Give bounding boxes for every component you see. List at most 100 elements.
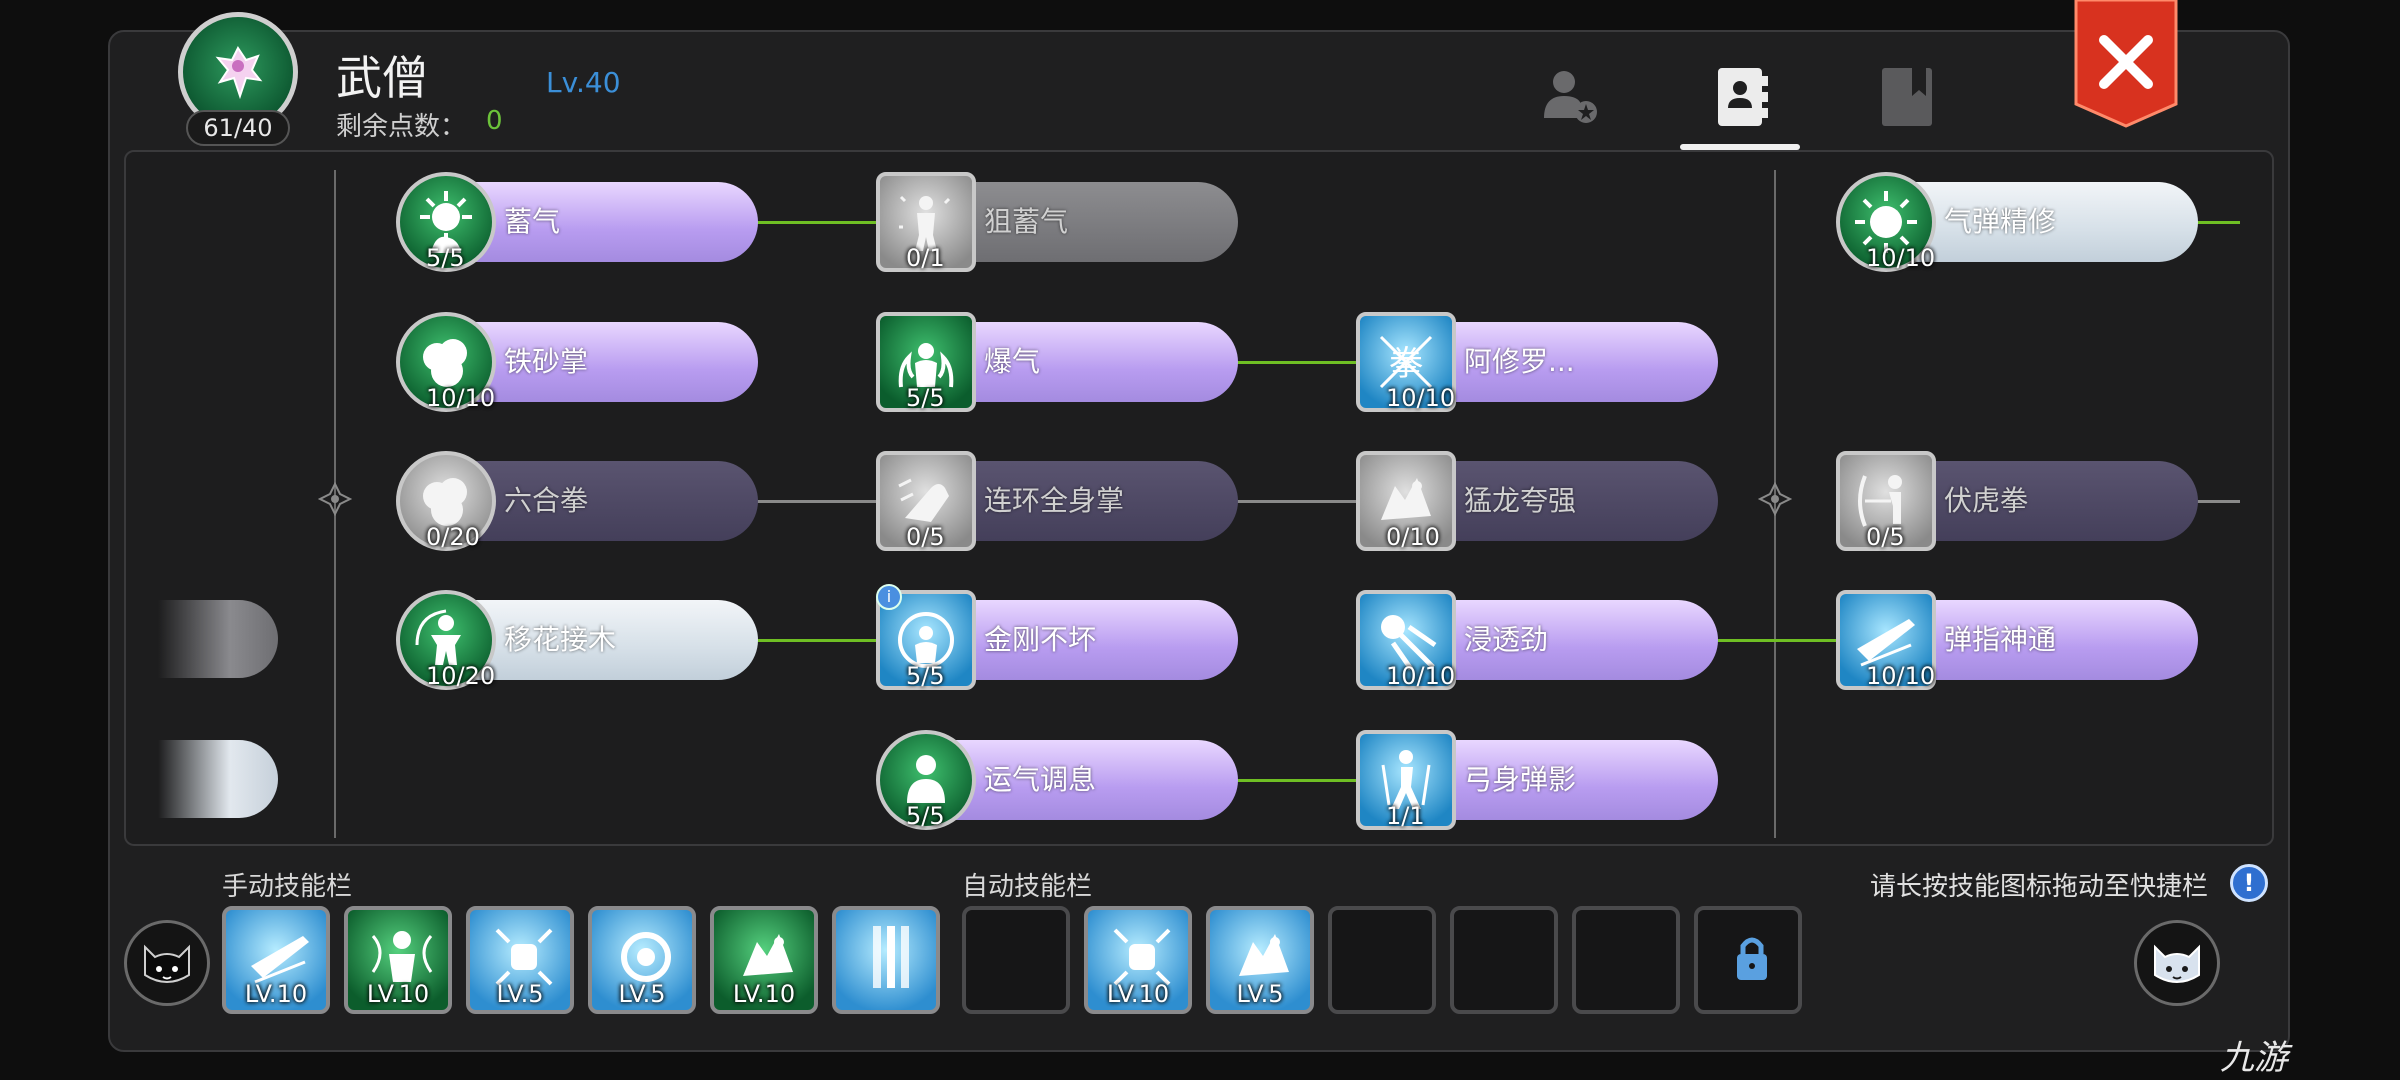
manual-skill-slot[interactable]: LV.5 (466, 906, 574, 1014)
skill-name: 六合拳 (504, 484, 589, 517)
skill-node[interactable]: 运气调息 5/5 (876, 730, 1238, 830)
skill-link (1236, 500, 1358, 503)
slot-level: LV.10 (244, 980, 308, 1008)
skill-level: 0/1 (906, 244, 945, 272)
skill-node[interactable]: 金刚不坏 5/5 i (876, 584, 1238, 690)
divider-node-icon (1758, 482, 1792, 516)
character-avatar[interactable]: 61/40 (176, 12, 300, 146)
auto-bar-mode-button[interactable] (2134, 920, 2220, 1006)
skill-level: 1/1 (1386, 802, 1425, 830)
auto-skill-slot[interactable]: LV.10 (1084, 906, 1192, 1014)
manual-skill-bar-title: 手动技能栏 (222, 872, 353, 902)
divider-node-icon (318, 482, 352, 516)
close-x-icon (2074, 0, 2178, 128)
black-cat-face-icon (144, 944, 190, 983)
skill-name: 阿修罗... (1464, 345, 1575, 378)
skill-node[interactable]: 猛龙夸强 0/10 (1356, 451, 1718, 551)
skill-name: 狙蓄气 (984, 205, 1069, 238)
tab-collection[interactable] (1862, 52, 1952, 142)
monk-class-icon (215, 46, 263, 100)
skill-name: 移花接木 (504, 623, 617, 656)
manual-skill-slot[interactable]: LV.10 (222, 906, 330, 1014)
skill-node[interactable]: 浸透劲 10/10 (1356, 590, 1718, 690)
remaining-points-label: 剩余点数： (336, 112, 467, 142)
bookmark-book-icon (1882, 68, 1932, 126)
skill-link (756, 221, 878, 224)
empty-skill-slot[interactable] (962, 906, 1070, 1014)
manual-bar-mode-button[interactable] (124, 920, 210, 1006)
skill-level: 0/5 (1866, 523, 1905, 551)
skill-node[interactable]: 蓄气 5/5 (396, 172, 758, 272)
close-button[interactable] (2074, 0, 2178, 128)
skill-node[interactable]: 伏虎拳 0/5 (1836, 451, 2198, 551)
manual-skill-slot[interactable]: LV.10 (344, 906, 452, 1014)
skill-node[interactable]: 爆气 5/5 (876, 312, 1238, 412)
auto-skill-bar-title: 自动技能栏 (962, 872, 1093, 902)
skill-node[interactable]: 弹指神通 10/10 (1836, 590, 2198, 690)
skill-node[interactable]: 气弹精修 10/10 (1836, 172, 2198, 272)
exclamation-info-icon[interactable]: ! (2230, 864, 2268, 902)
slot-level: LV.5 (618, 980, 666, 1008)
slot-level: LV.5 (496, 980, 544, 1008)
empty-skill-slot[interactable] (1450, 906, 1558, 1014)
skill-level: 5/5 (906, 662, 945, 690)
avatar-count: 61/40 (186, 110, 290, 146)
skill-name: 伏虎拳 (1944, 484, 2029, 517)
skill-name: 金刚不坏 (984, 623, 1097, 656)
skill-level: 10/10 (426, 384, 496, 412)
skill-node[interactable]: 连环全身掌 0/5 (876, 451, 1238, 551)
skill-node[interactable]: 弓身弹影 1/1 (1356, 730, 1718, 830)
skill-book-icon (1718, 68, 1768, 126)
offscreen-skill-node[interactable] (158, 600, 278, 678)
skill-name: 铁砂掌 (504, 345, 589, 378)
skill-name: 运气调息 (984, 763, 1097, 796)
slot-level: LV.10 (1106, 980, 1170, 1008)
skill-link (2196, 221, 2240, 224)
skill-name: 爆气 (984, 345, 1041, 378)
manual-skill-slot[interactable]: LV.10 (710, 906, 818, 1014)
skill-link (1236, 779, 1358, 782)
empty-skill-slot[interactable] (1328, 906, 1436, 1014)
skill-level: 5/5 (426, 244, 465, 272)
skill-link (2196, 500, 2240, 503)
skill-node[interactable]: 狙蓄气 0/1 (876, 172, 1238, 272)
tab-skills[interactable] (1696, 52, 1786, 142)
skill-name: 蓄气 (504, 205, 561, 238)
drag-hint-text: 请长按技能图标拖动至快捷栏 (1870, 872, 2209, 902)
watermark-logo: 九游 (2220, 1038, 2288, 1078)
skill-node[interactable]: 移花接木 10/20 (396, 590, 758, 690)
skill-level: 5/5 (906, 802, 945, 830)
skill-name: 弹指神通 (1944, 623, 2057, 656)
skill-level: 5/5 (906, 384, 945, 412)
white-cat-face-icon (2154, 944, 2200, 983)
skill-level: 0/5 (906, 523, 945, 551)
skill-link (1716, 639, 1838, 642)
locked-skill-slot[interactable] (1694, 906, 1802, 1014)
lock-icon (1737, 937, 1767, 980)
skill-name: 弓身弹影 (1464, 763, 1577, 796)
manual-skill-slot[interactable]: LV.5 (588, 906, 696, 1014)
skill-node[interactable]: 六合拳 0/20 (396, 451, 758, 551)
tab-character-info[interactable] (1526, 52, 1616, 142)
character-level: Lv.40 (546, 66, 621, 99)
skill-name: 猛龙夸强 (1464, 484, 1577, 517)
manual-skill-slot[interactable] (832, 906, 940, 1014)
character-info-icon (1544, 71, 1597, 123)
skill-level: 10/10 (1866, 662, 1936, 690)
skill-level: 10/10 (1386, 384, 1456, 412)
slot-level: LV.10 (366, 980, 430, 1008)
skill-info-badge[interactable]: i (876, 584, 902, 610)
skill-level: 10/20 (426, 662, 496, 690)
skill-level: 0/20 (426, 523, 480, 551)
skill-node[interactable]: 铁砂掌 10/10 (396, 312, 758, 412)
offscreen-skill-node[interactable] (158, 740, 278, 818)
slot-level: LV.10 (732, 980, 796, 1008)
skill-node[interactable]: 阿修罗... 拳 10/10 (1356, 312, 1718, 412)
skill-screen: 61/40 武僧 Lv.40 剩余点数： 0 蓄气 5/5 狙蓄气 0/1 气弹… (0, 0, 2400, 1080)
skill-name: 连环全身掌 (984, 484, 1125, 517)
empty-skill-slot[interactable] (1572, 906, 1680, 1014)
character-name: 武僧 (336, 51, 428, 105)
auto-skill-slot[interactable]: LV.5 (1206, 906, 1314, 1014)
light-pillar-icon (873, 926, 909, 988)
skill-link (1236, 361, 1358, 364)
